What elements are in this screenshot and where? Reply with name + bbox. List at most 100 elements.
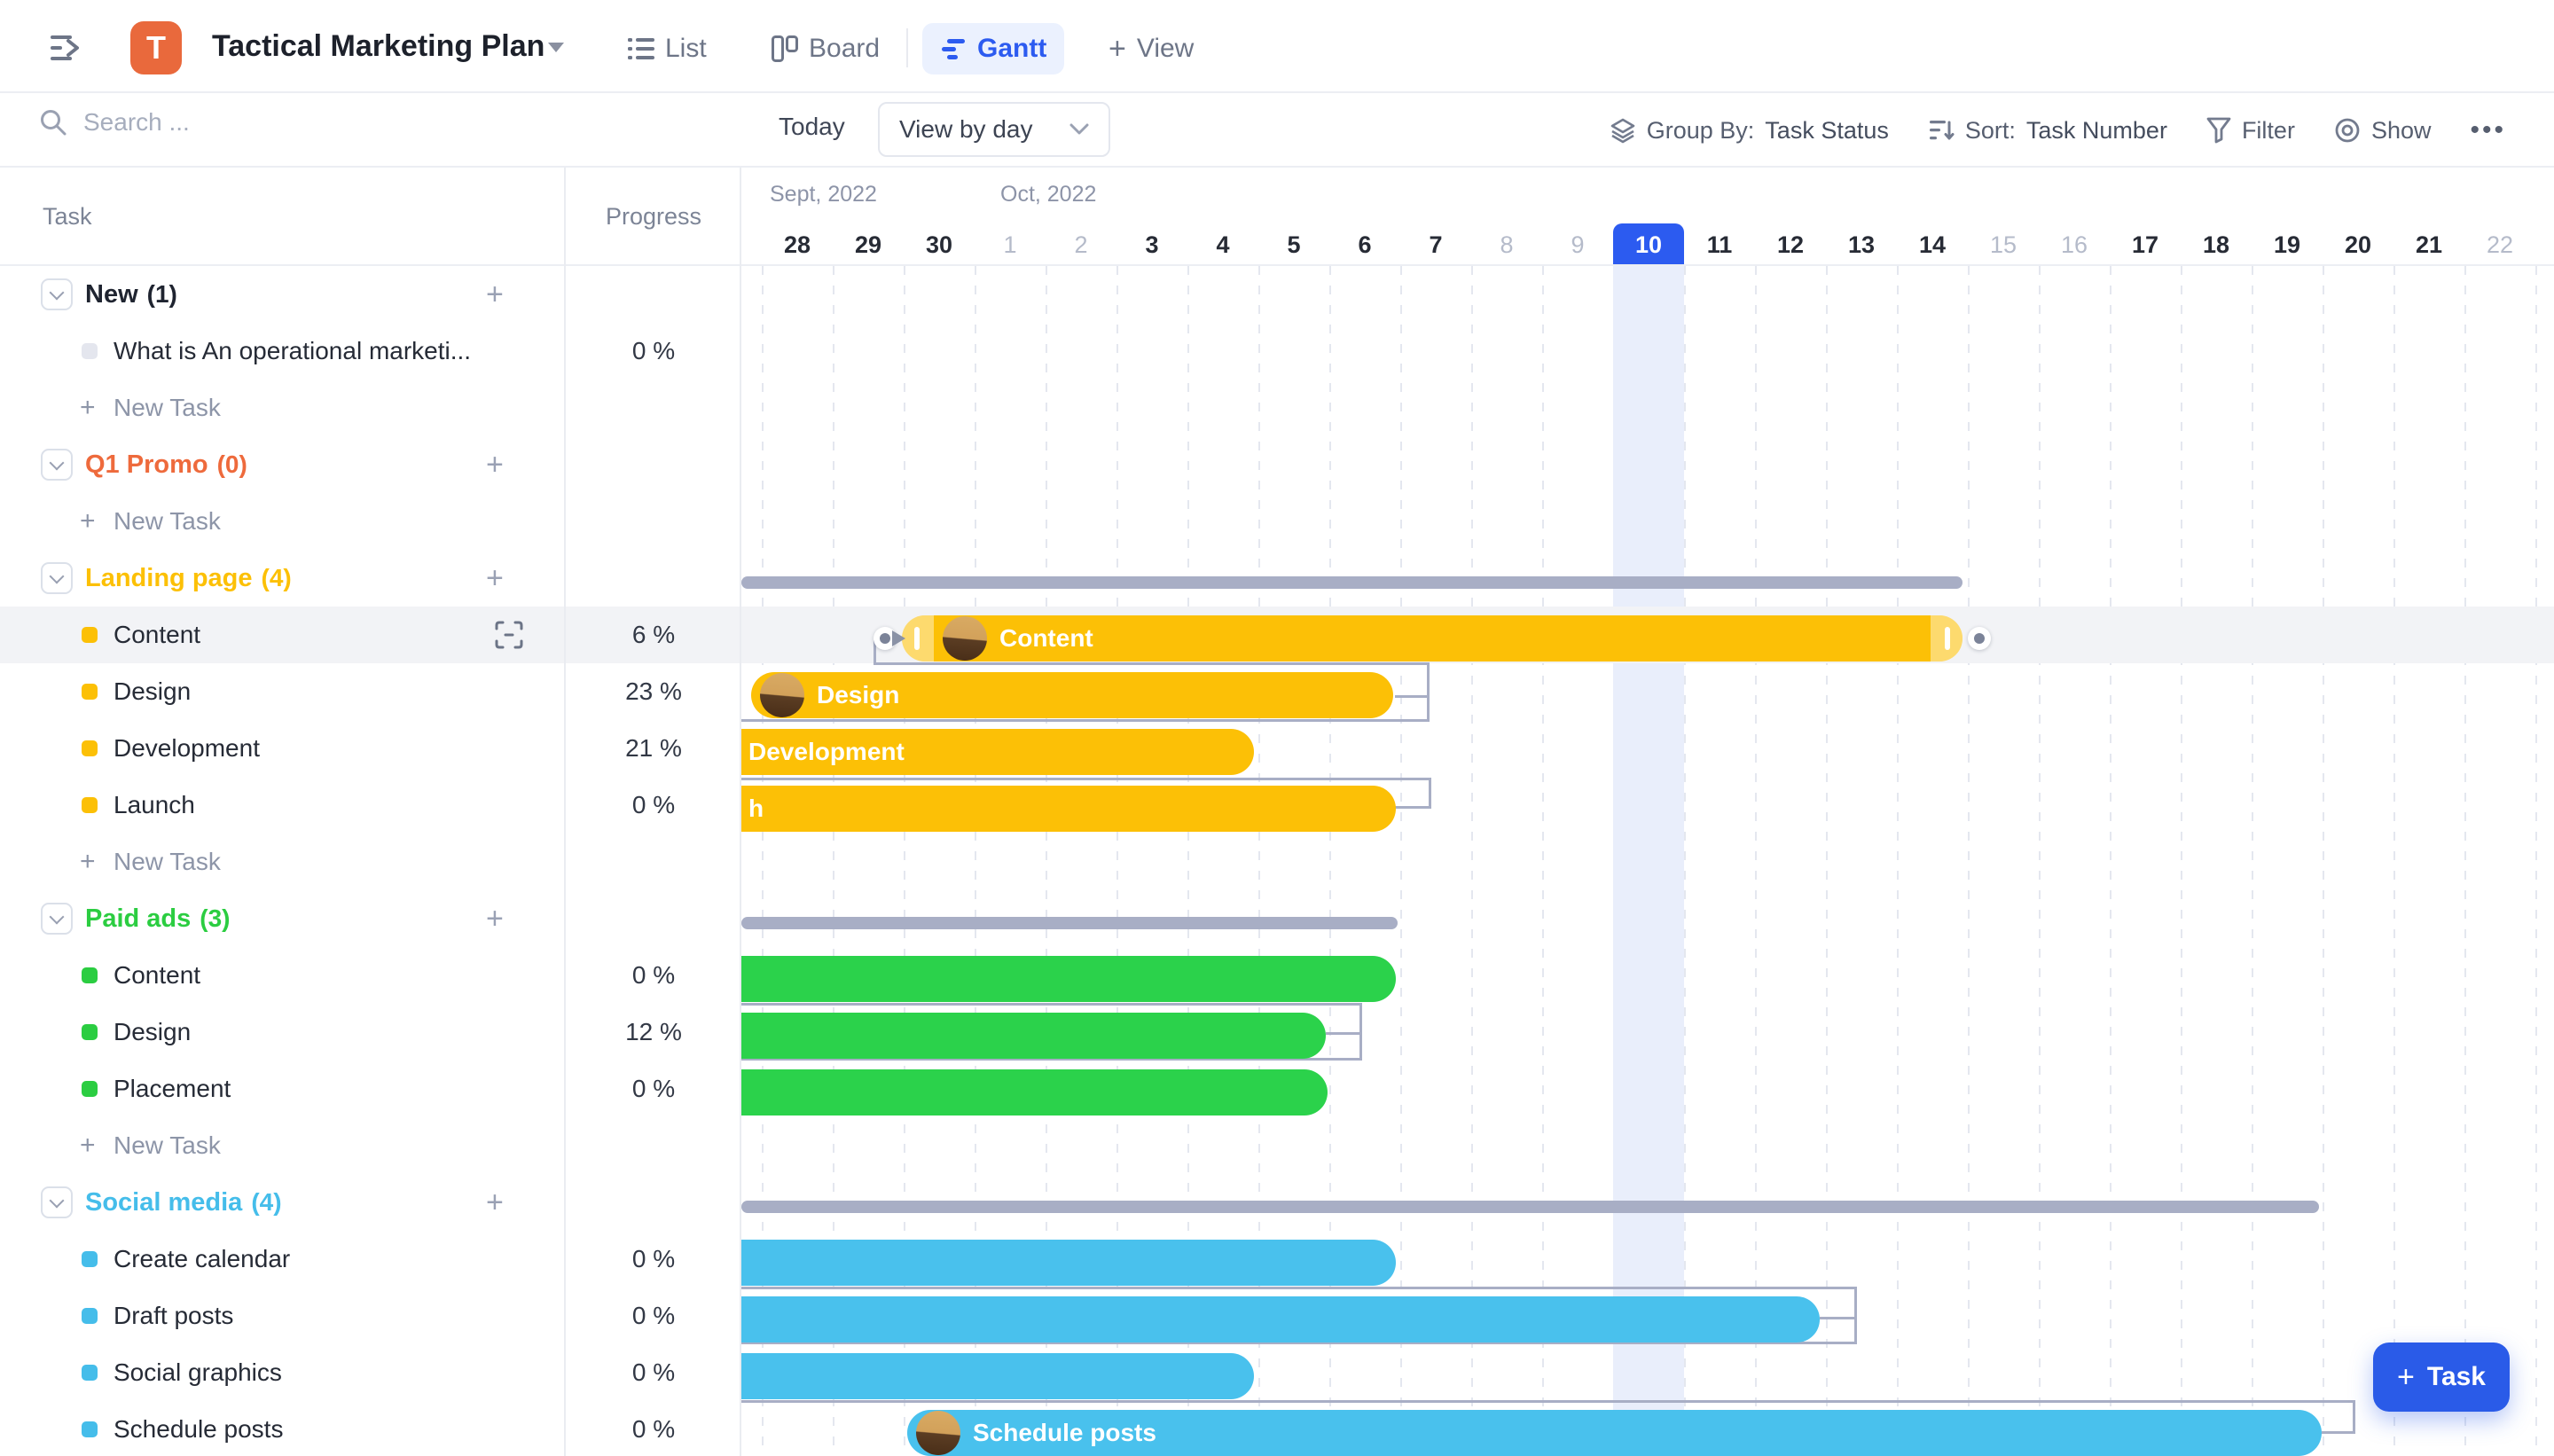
- task-row-what-is-an-operational-m[interactable]: What is An operational marketi...: [0, 323, 566, 380]
- add-task-button[interactable]: + Task: [2373, 1342, 2510, 1412]
- day-cell: 2: [1046, 223, 1116, 266]
- group-collapse-toggle[interactable]: [41, 449, 73, 481]
- day-cell: 17: [2110, 223, 2181, 266]
- filter-control[interactable]: Filter: [2206, 117, 2295, 145]
- gantt-bar-content-paid[interactable]: [741, 956, 1396, 1002]
- tab-add-view[interactable]: + View: [1091, 23, 1211, 74]
- view-by-select[interactable]: View by day: [878, 102, 1110, 157]
- task-row-new-task[interactable]: +New Task: [0, 1117, 566, 1174]
- more-options-icon[interactable]: •••: [2470, 115, 2506, 145]
- task-row-social-graphics[interactable]: Social graphics: [0, 1344, 566, 1401]
- new-task-label: New Task: [114, 848, 221, 876]
- sidebar-toggle-icon[interactable]: [49, 32, 88, 64]
- group-row-q1-promo[interactable]: Q1 Promo(0)+: [0, 436, 566, 493]
- group-row-paid-ads[interactable]: Paid ads(3)+: [0, 890, 566, 947]
- add-task-to-group-icon[interactable]: +: [486, 448, 504, 482]
- group-summary-bar: [741, 1201, 2319, 1213]
- task-row-create-calendar[interactable]: Create calendar: [0, 1231, 566, 1288]
- group-by-control[interactable]: Group By: Task Status: [1610, 117, 1889, 145]
- gantt-bar-create-calendar[interactable]: [741, 1240, 1396, 1286]
- gantt-bar-schedule-posts[interactable]: Schedule posts: [907, 1410, 2322, 1456]
- gantt-bar-launch[interactable]: h: [741, 786, 1396, 832]
- grid-line: [1542, 266, 1544, 1456]
- group-collapse-toggle[interactable]: [41, 562, 73, 594]
- gantt-bar-content-landing[interactable]: Content: [902, 615, 1963, 661]
- search-icon: [39, 108, 67, 137]
- tab-board[interactable]: Board: [754, 23, 897, 74]
- day-cell: 9: [1542, 223, 1613, 266]
- dependency-link: [1395, 695, 1430, 698]
- show-control[interactable]: Show: [2334, 117, 2432, 145]
- task-row-development[interactable]: Development: [0, 720, 566, 777]
- add-task-to-group-icon[interactable]: +: [486, 1186, 504, 1220]
- chevron-down-icon: [1069, 123, 1089, 136]
- group-row-social-media[interactable]: Social media(4)+: [0, 1174, 566, 1231]
- progress-column-header: Progress: [566, 168, 741, 266]
- day-cell: 22: [2464, 223, 2535, 266]
- group-collapse-toggle[interactable]: [41, 1186, 73, 1218]
- group-summary-bar: [741, 917, 1398, 929]
- task-row-content[interactable]: Content: [0, 607, 566, 663]
- tab-board-label: Board: [809, 34, 880, 64]
- add-task-to-group-icon[interactable]: +: [486, 561, 504, 596]
- page-title: Tactical Marketing Plan: [212, 29, 544, 64]
- focus-on-timeline-icon[interactable]: [493, 619, 525, 651]
- grid-line: [1968, 266, 1970, 1456]
- add-task-to-group-icon[interactable]: +: [486, 278, 504, 312]
- today-button[interactable]: Today: [779, 113, 845, 141]
- tab-gantt[interactable]: Gantt: [922, 23, 1064, 74]
- dependency-link: [1429, 778, 1431, 809]
- group-collapse-toggle[interactable]: [41, 903, 73, 935]
- group-row-new[interactable]: New(1)+: [0, 266, 566, 323]
- gantt-bar-placement[interactable]: [741, 1069, 1328, 1115]
- chevron-down-icon: [50, 569, 65, 584]
- plus-icon: +: [1109, 32, 1126, 67]
- project-logo[interactable]: T: [130, 21, 182, 74]
- search-input[interactable]: [82, 107, 458, 137]
- title-dropdown-caret[interactable]: [548, 43, 564, 52]
- tab-gantt-label: Gantt: [977, 34, 1046, 64]
- chevron-down-icon: [50, 1194, 65, 1209]
- task-row-new-task[interactable]: +New Task: [0, 834, 566, 890]
- task-row-design[interactable]: Design: [0, 1004, 566, 1061]
- dependency-link: [741, 1287, 1857, 1289]
- today-column-highlight: [1613, 266, 1684, 1456]
- task-row-content[interactable]: Content: [0, 947, 566, 1004]
- dependency-link: [741, 778, 1431, 780]
- task-status-bullet: [82, 684, 98, 700]
- task-row-placement[interactable]: Placement: [0, 1061, 566, 1117]
- bar-resize-handle-right[interactable]: [1945, 627, 1950, 650]
- task-row-draft-posts[interactable]: Draft posts: [0, 1288, 566, 1344]
- gantt-bar-social-graphics[interactable]: [741, 1353, 1254, 1399]
- task-row-schedule-posts[interactable]: Schedule posts: [0, 1401, 566, 1456]
- gantt-bar-design-paid[interactable]: [741, 1013, 1326, 1059]
- add-task-to-group-icon[interactable]: +: [486, 902, 504, 936]
- grid-line: [1897, 266, 1899, 1456]
- gantt-bar-draft-posts[interactable]: [741, 1296, 1820, 1342]
- task-row-launch[interactable]: Launch: [0, 777, 566, 834]
- day-cell-today: 10: [1613, 223, 1684, 266]
- dependency-link: [1854, 1287, 1857, 1344]
- task-row-new-task[interactable]: +New Task: [0, 380, 566, 436]
- bar-resize-handle-left[interactable]: [914, 627, 920, 650]
- task-label: Content: [114, 621, 200, 649]
- sort-control[interactable]: Sort: Task Number: [1928, 117, 2167, 145]
- gantt-bar-design-landing[interactable]: Design: [751, 672, 1393, 718]
- task-label: Create calendar: [114, 1245, 290, 1273]
- group-row-landing-page[interactable]: Landing page(4)+: [0, 550, 566, 607]
- tab-list-label: List: [665, 34, 707, 64]
- task-row-new-task[interactable]: +New Task: [0, 493, 566, 550]
- task-status-bullet: [82, 740, 98, 756]
- day-cell: 11: [1684, 223, 1755, 266]
- bar-label: Schedule posts: [973, 1419, 1156, 1447]
- task-row-design[interactable]: Design: [0, 663, 566, 720]
- gantt-bar-development[interactable]: Development: [741, 729, 1254, 775]
- group-collapse-toggle[interactable]: [41, 278, 73, 310]
- task-status-bullet: [82, 1251, 98, 1267]
- tab-list[interactable]: List: [610, 23, 725, 74]
- day-cell: 5: [1258, 223, 1329, 266]
- dependency-endpoint-dot[interactable]: [1968, 627, 1991, 650]
- task-label: Schedule posts: [114, 1415, 283, 1444]
- sort-value: Task Number: [2026, 117, 2167, 145]
- task-status-bullet: [82, 343, 98, 359]
